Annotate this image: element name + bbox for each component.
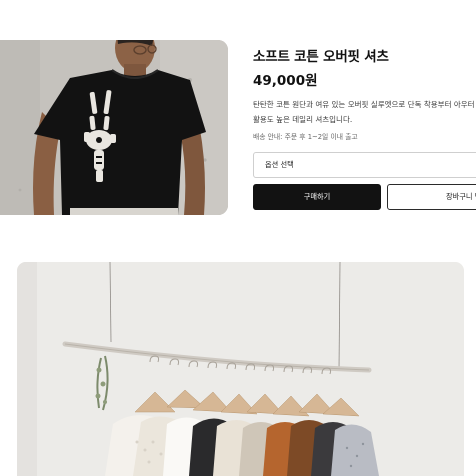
option-select[interactable]: 옵션 선택 [253,152,476,178]
shipping-note: 배송 안내: 주문 후 1~2일 이내 출고 [253,133,358,141]
product-info: 소프트 코튼 오버핏 셔츠 49,000원 탄탄한 코튼 원단과 여유 있는 오… [253,48,476,210]
buy-button-label: 구매하기 [303,192,331,201]
product-detail-page: 소프트 코튼 오버핏 셔츠 49,000원 탄탄한 코튼 원단과 여유 있는 오… [0,0,476,476]
product-price: 49,000원 [253,73,318,89]
product-image[interactable] [0,40,228,215]
add-to-cart-button[interactable]: 장바구니 담기 [387,184,476,210]
clothing-rack-photo-icon [17,262,464,476]
product-photo-icon [0,40,228,215]
description-line: 탄탄한 코튼 원단과 여유 있는 오버핏 실루엣으로 단독 착용부터 아우터 [253,100,475,109]
add-to-cart-button-label: 장바구니 담기 [446,192,476,201]
detail-image[interactable] [17,262,464,476]
product-description: 탄탄한 코튼 원단과 여유 있는 오버핏 실루엣으로 단독 착용부터 아우터 활… [253,97,476,127]
product-title: 소프트 코튼 오버핏 셔츠 [253,49,389,65]
buy-button[interactable]: 구매하기 [253,184,381,210]
description-line: 활용도 높은 데일리 셔츠입니다. [253,115,353,124]
option-select-label: 옵션 선택 [265,160,294,169]
